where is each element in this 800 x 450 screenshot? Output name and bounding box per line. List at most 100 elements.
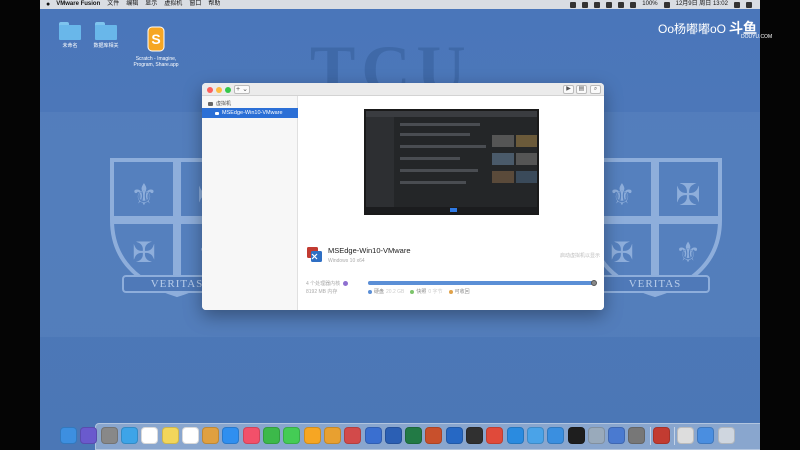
wifi-icon[interactable] bbox=[618, 1, 625, 8]
app-store-icon[interactable] bbox=[222, 427, 240, 444]
preview-row bbox=[400, 169, 478, 172]
downloads-icon[interactable] bbox=[697, 427, 715, 444]
preview-row bbox=[400, 145, 486, 148]
vmware-logo-icon bbox=[307, 247, 322, 262]
search-icon[interactable]: ⌕ bbox=[590, 85, 601, 94]
svg-text:✠: ✠ bbox=[132, 237, 155, 268]
tencent-icon[interactable] bbox=[323, 427, 341, 444]
sidebar-item-label: MSEdge-Win10-VMware bbox=[222, 110, 283, 116]
close-button[interactable] bbox=[207, 86, 213, 93]
disk-usage-bar bbox=[368, 280, 597, 286]
siri-icon[interactable] bbox=[80, 427, 98, 444]
apple-menu-icon[interactable]: ● bbox=[46, 0, 50, 9]
vmware-dock-icon[interactable] bbox=[364, 427, 382, 444]
obs-icon[interactable] bbox=[466, 427, 483, 444]
messages-icon[interactable] bbox=[283, 427, 301, 444]
menu-file[interactable]: 文件 bbox=[107, 0, 119, 9]
sidebar-section-label: 虚拟机 bbox=[216, 101, 232, 107]
preview-sidebar bbox=[366, 117, 394, 211]
vm-config-text: 4 个处理器内核 bbox=[306, 281, 341, 287]
screen-icon[interactable] bbox=[677, 427, 694, 444]
play-icon[interactable]: ▶ bbox=[563, 85, 574, 94]
preview-tile bbox=[516, 171, 537, 183]
outlook-icon[interactable] bbox=[445, 427, 463, 444]
powerpoint-icon[interactable] bbox=[425, 427, 443, 444]
minimize-button[interactable] bbox=[216, 86, 222, 93]
svg-text:⚜: ⚜ bbox=[131, 179, 158, 212]
svg-text:✠: ✠ bbox=[675, 179, 700, 212]
desktop-folder-untitled[interactable]: 未命名 bbox=[54, 22, 86, 49]
menu-edit[interactable]: 编辑 bbox=[126, 0, 138, 9]
status-cloud-icon[interactable] bbox=[594, 1, 601, 8]
streamer-name: Oo杨嘟嘟oO bbox=[658, 22, 727, 36]
menu-vm[interactable]: 虚拟机 bbox=[164, 0, 182, 9]
sidebar-item-msedge-vm[interactable]: MSEdge-Win10-VMware bbox=[202, 108, 298, 118]
photos-icon[interactable] bbox=[202, 427, 220, 444]
calendar-icon[interactable] bbox=[141, 427, 159, 444]
browser-icon[interactable] bbox=[526, 427, 544, 444]
scratch-dock-icon[interactable] bbox=[303, 427, 321, 444]
svg-text:⚜: ⚜ bbox=[675, 237, 700, 268]
legend-dot bbox=[448, 289, 453, 294]
vm-memory-size: 8192 MB 内存 bbox=[306, 289, 338, 295]
chrome-icon[interactable] bbox=[486, 427, 504, 444]
preview-tile bbox=[492, 135, 514, 147]
launchpad-icon[interactable] bbox=[100, 427, 118, 444]
dock-separator bbox=[674, 427, 675, 445]
qq-icon[interactable] bbox=[506, 427, 524, 444]
info-icon[interactable] bbox=[343, 281, 349, 286]
battery-icon[interactable] bbox=[663, 1, 670, 8]
xcode-icon[interactable] bbox=[608, 427, 626, 444]
menu-window[interactable]: 窗口 bbox=[189, 0, 201, 9]
safari-icon[interactable] bbox=[120, 427, 138, 444]
word-icon[interactable] bbox=[384, 427, 402, 444]
vm-config-label: 4 个处理器内核 bbox=[306, 280, 349, 287]
disk-usage-knob bbox=[590, 280, 597, 286]
menu-bar: ● VMware Fusion 文件 编辑 显示 虚拟机 窗口 帮助 100% … bbox=[40, 0, 760, 9]
menu-help[interactable]: 帮助 bbox=[208, 0, 220, 9]
notes-icon[interactable] bbox=[161, 427, 179, 444]
preview-row bbox=[400, 157, 460, 160]
spotlight-search-icon[interactable] bbox=[734, 1, 740, 8]
status-app-icon[interactable] bbox=[570, 1, 577, 8]
preview-icon[interactable] bbox=[587, 427, 605, 444]
reminders-icon[interactable] bbox=[181, 427, 199, 444]
menu-view[interactable]: 显示 bbox=[145, 0, 157, 9]
fusion-dock-icon[interactable] bbox=[652, 427, 670, 444]
excel-icon[interactable] bbox=[405, 427, 423, 444]
window-titlebar[interactable]: + ⌄ ▶ ▤ ⌕ bbox=[202, 83, 604, 96]
preview-row bbox=[400, 123, 480, 126]
legend-label: 可收回 bbox=[454, 289, 470, 295]
music-icon[interactable] bbox=[242, 427, 260, 444]
vm-name: MSEdge-Win10-VMware bbox=[328, 246, 411, 255]
trash-icon[interactable] bbox=[717, 427, 735, 444]
menu-app-name[interactable]: VMware Fusion bbox=[56, 0, 100, 9]
status-qq-icon[interactable] bbox=[582, 1, 589, 8]
terminal-icon[interactable] bbox=[567, 427, 585, 444]
sidebar-section-header: 虚拟机 bbox=[208, 100, 231, 107]
system-preferences-icon[interactable] bbox=[628, 427, 646, 444]
battery-percent[interactable]: 100% bbox=[642, 0, 657, 9]
mail-icon[interactable] bbox=[547, 427, 565, 444]
desktop-app-scratch[interactable]: S Scratch - Imagine, Program, Share.app bbox=[130, 26, 182, 68]
notification-center-icon[interactable] bbox=[746, 1, 752, 8]
legend-item-snapshot: 快照 0 字节 bbox=[410, 288, 443, 295]
add-vm-button[interactable]: + ⌄ bbox=[234, 85, 250, 94]
volume-icon[interactable] bbox=[630, 1, 637, 8]
wechat-icon[interactable] bbox=[263, 427, 280, 444]
xmind-icon[interactable] bbox=[344, 427, 362, 444]
desktop-folder-database[interactable]: 数据库相关 bbox=[88, 22, 124, 49]
vm-preview-thumbnail[interactable] bbox=[364, 109, 539, 215]
svg-text:⚜: ⚜ bbox=[609, 179, 636, 212]
preview-tile bbox=[516, 135, 537, 147]
legend-value: 0 字节 bbox=[428, 289, 443, 295]
preview-tile bbox=[516, 153, 537, 165]
letterbox-left bbox=[0, 0, 40, 450]
finder-icon[interactable] bbox=[60, 427, 77, 444]
maximize-button[interactable] bbox=[225, 86, 231, 93]
status-record-icon[interactable] bbox=[606, 1, 613, 8]
clock[interactable]: 12月9日 周日 13:02 bbox=[676, 0, 728, 9]
legend-dot bbox=[410, 289, 415, 294]
legend-dot bbox=[368, 289, 372, 294]
snapshot-icon[interactable]: ▤ bbox=[576, 85, 587, 94]
